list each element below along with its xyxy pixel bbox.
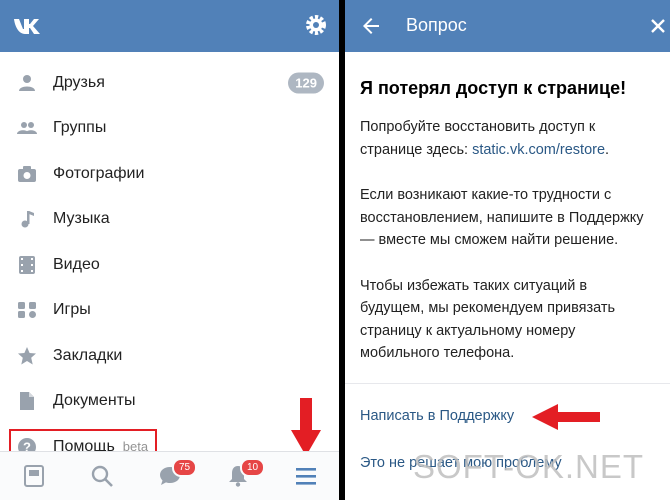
menu-item-video[interactable]: Видео	[0, 242, 339, 288]
news-feed-tab-icon[interactable]	[22, 464, 46, 488]
header-title: Вопрос	[406, 15, 467, 35]
messages-badge: 75	[172, 458, 198, 477]
difficulty-paragraph: Если возникают какие-то трудности с восс…	[360, 187, 644, 248]
back-arrow-icon[interactable]	[359, 14, 383, 38]
bottom-tab-bar: 75 10	[0, 451, 339, 500]
menu-item-label: Документы	[53, 392, 136, 410]
menu-header	[0, 0, 339, 52]
close-icon[interactable]	[649, 17, 667, 35]
menu-item-games[interactable]: Игры	[0, 288, 339, 334]
menu-item-label: Музыка	[53, 210, 110, 228]
menu-item-music[interactable]: Музыка	[0, 197, 339, 243]
gear-icon[interactable]	[303, 12, 329, 38]
question-header: Вопрос	[345, 0, 670, 52]
friends-count-badge: 129	[288, 72, 324, 94]
restore-paragraph: Попробуйте восстановить доступ к страниц…	[360, 116, 654, 161]
menu-item-groups[interactable]: Группы	[0, 106, 339, 152]
phone-advice-paragraph: Чтобы избежать таких ситуаций в будущем,…	[360, 277, 616, 362]
notifications-badge: 10	[240, 458, 266, 477]
menu-item-friends[interactable]: Друзья 129	[0, 60, 339, 106]
menu-item-photos[interactable]: Фотографии	[0, 151, 339, 197]
red-arrow-down-icon	[291, 398, 321, 456]
video-icon	[19, 255, 35, 274]
notifications-tab[interactable]: 10	[226, 458, 266, 488]
divider	[345, 383, 670, 384]
question-screen: Вопрос Я потерял доступ к странице! Попр…	[345, 0, 670, 500]
menu-item-label: Видео	[53, 255, 100, 273]
groups-icon	[17, 122, 37, 135]
search-tab-icon[interactable]	[90, 464, 114, 488]
question-content: Я потерял доступ к странице! Попробуйте …	[345, 52, 670, 365]
menu-item-label: Друзья	[53, 73, 105, 91]
menu-item-bookmarks[interactable]: Закладки	[0, 333, 339, 379]
messages-tab[interactable]: 75	[158, 458, 198, 488]
red-arrow-left-icon	[532, 404, 600, 430]
menu-item-label: Закладки	[53, 346, 123, 364]
menu-item-label: Игры	[53, 301, 91, 319]
gamepad-icon	[18, 302, 36, 319]
star-icon	[18, 346, 36, 365]
vk-logo-icon[interactable]	[12, 12, 44, 40]
restore-link[interactable]: static.vk.com/restore	[472, 142, 605, 158]
watermark: SOFT-OK.NET	[413, 448, 645, 485]
menu-item-label: Группы	[53, 119, 107, 137]
menu-hamburger-tab-icon[interactable]	[294, 464, 318, 488]
document-icon	[20, 392, 34, 411]
side-menu-screen: Друзья 129 Группы Фотографии Музыка Виде…	[0, 0, 339, 500]
question-title: Я потерял доступ к странице!	[360, 78, 627, 98]
menu-item-label: Фотографии	[53, 164, 145, 182]
person-icon	[19, 74, 35, 91]
camera-icon	[18, 165, 36, 182]
restore-text-end: .	[605, 141, 610, 158]
music-note-icon	[21, 211, 34, 228]
write-to-support-link[interactable]: Написать в Поддержку	[360, 408, 514, 424]
